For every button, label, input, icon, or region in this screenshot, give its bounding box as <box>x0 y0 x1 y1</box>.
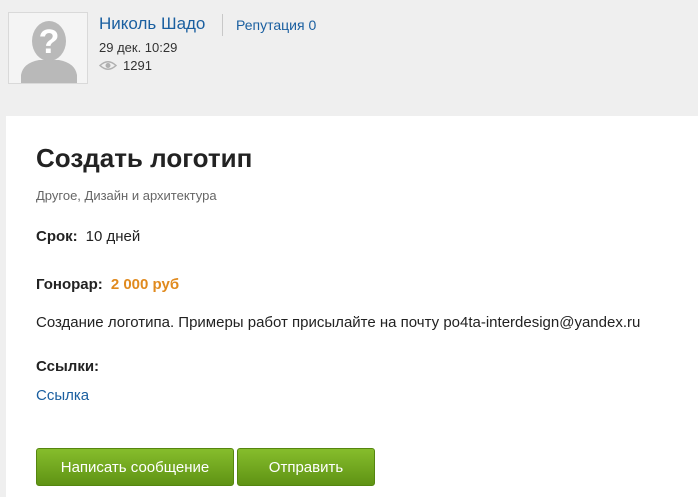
deadline-row: Срок: 10 дней <box>36 228 140 245</box>
divider <box>222 14 223 36</box>
links-heading: Ссылки: <box>36 358 100 375</box>
fee-label: Гонорар: <box>36 276 103 293</box>
task-description: Создание логотипа. Примеры работ присыла… <box>36 314 641 331</box>
deadline-value: 10 дней <box>85 228 141 245</box>
fee-value: 2 000 руб <box>110 276 180 293</box>
reputation-link[interactable]: Репутация 0 <box>236 17 316 33</box>
task-categories: Другое, Дизайн и архитектура <box>36 188 217 203</box>
svg-text:?: ? <box>39 23 60 61</box>
eye-icon <box>99 61 117 70</box>
attachment-link[interactable]: Ссылка <box>36 387 89 404</box>
views-count: 1291 <box>99 58 152 73</box>
deadline-label: Срок: <box>36 228 78 245</box>
avatar[interactable]: ? <box>8 12 88 84</box>
default-avatar-icon: ? <box>9 13 87 83</box>
send-button[interactable]: Отправить <box>237 448 375 486</box>
post-date: 29 дек. 10:29 <box>99 40 178 55</box>
task-title: Создать логотип <box>36 143 253 173</box>
author-name-link[interactable]: Николь Шадо <box>99 14 205 34</box>
fee-row: Гонорар: 2 000 руб <box>36 276 179 293</box>
write-message-button[interactable]: Написать сообщение <box>36 448 234 486</box>
author-header: ? Николь Шадо Репутация 0 29 дек. 10:29 … <box>0 0 698 112</box>
views-value: 1291 <box>123 58 152 73</box>
task-card: Создать логотип Другое, Дизайн и архитек… <box>6 116 698 497</box>
